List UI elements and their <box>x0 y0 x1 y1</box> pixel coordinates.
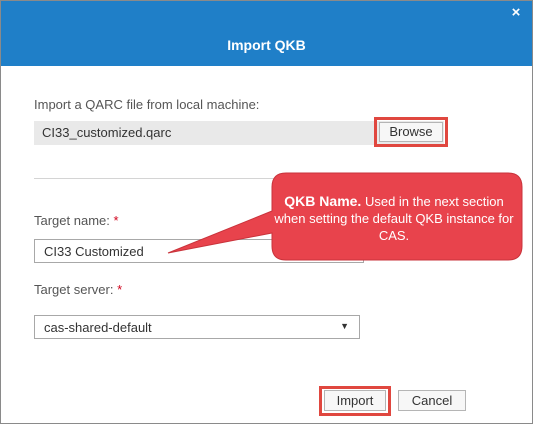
callout-text: QKB Name. Used in the next section when … <box>270 193 518 244</box>
callout-heading: QKB Name. <box>284 193 362 209</box>
